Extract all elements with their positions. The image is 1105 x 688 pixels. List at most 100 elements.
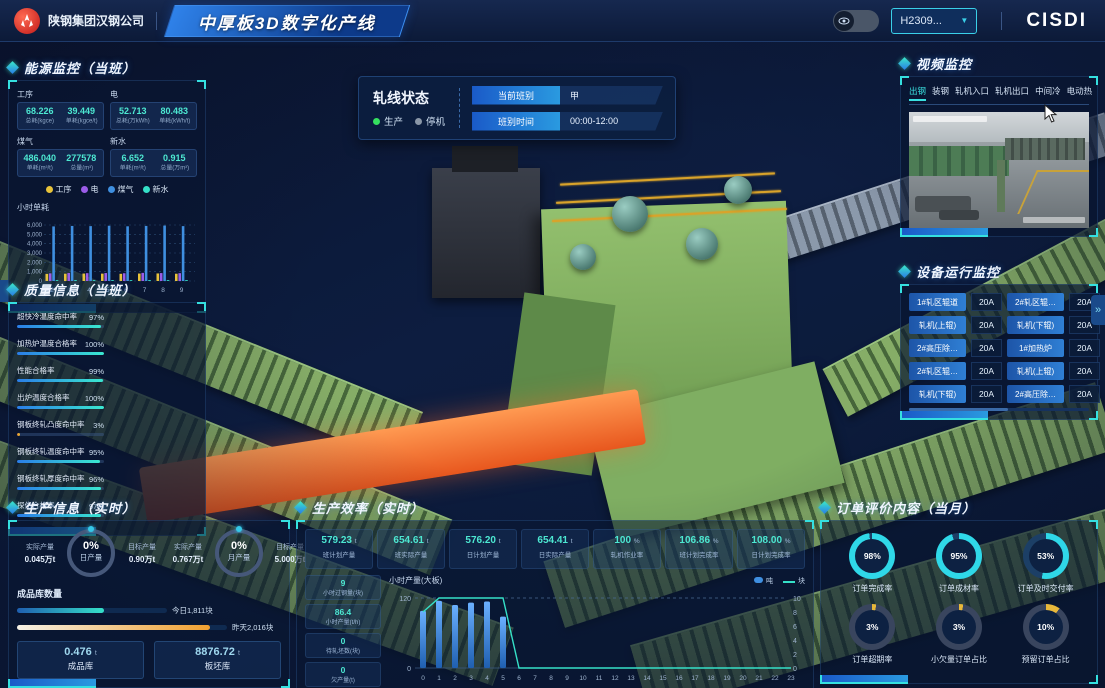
- video-tab-0[interactable]: 出钢: [909, 85, 926, 100]
- svg-text:5: 5: [501, 675, 505, 682]
- hourly-output-chart: 1200108642001234567891011121314151617181…: [389, 586, 805, 688]
- inventory-label: 成品库数量: [17, 587, 281, 600]
- panel-collapse-button[interactable]: »: [1091, 295, 1105, 325]
- line-status-panel: 轧线状态 生产 停机 当前班别 甲 班别时间 00:00-12:00: [358, 76, 676, 140]
- equipment-label[interactable]: 轧机(下辊): [909, 385, 966, 403]
- legend-item[interactable]: 电: [81, 184, 99, 195]
- legend-item[interactable]: 工序: [46, 184, 72, 195]
- efficiency-stat: 654.61 t班实际产量: [377, 529, 445, 569]
- video-tab-4[interactable]: 中间冷: [1035, 85, 1061, 100]
- quality-grid: 超快冷温度命中率97% 加热炉温度合格率100% 性能合格率99% 出炉温度合格…: [17, 311, 197, 527]
- legend-item[interactable]: 煤气: [108, 184, 134, 195]
- panel-diamond-icon: [818, 501, 831, 514]
- shift-badge: 当前班别 甲: [472, 86, 663, 105]
- video-panel: 视频监控 出钢装钢轧机入口轧机出口中间冷电动热: [900, 54, 1098, 237]
- quality-item: 性能合格率99%: [17, 365, 104, 382]
- video-tab-3[interactable]: 轧机出口: [995, 85, 1029, 100]
- inventory-bar-today: 今日1,811块: [17, 605, 281, 616]
- company-logo-icon: [14, 8, 40, 34]
- svg-text:16: 16: [675, 675, 683, 682]
- video-feed[interactable]: [909, 112, 1089, 228]
- production-title: 生产信息（实时）: [24, 498, 136, 517]
- dashboard: 陕钢集团汉钢公司 中厚板3D数字化产线 H2309... ▼ CISDI 轧线状…: [0, 0, 1105, 688]
- svg-text:14: 14: [643, 675, 651, 682]
- legend-stopped: 停机: [415, 114, 445, 128]
- visibility-toggle[interactable]: [833, 10, 879, 32]
- svg-text:21: 21: [755, 675, 763, 682]
- panel-diamond-icon: [6, 61, 19, 74]
- order-gauge: 98% 订单完成率: [829, 533, 916, 594]
- svg-text:6: 6: [517, 675, 521, 682]
- legend-item[interactable]: 吨: [754, 576, 773, 586]
- svg-text:0: 0: [421, 675, 425, 682]
- panel-diamond-icon: [6, 283, 19, 296]
- equipment-rows: 1#轧区辊道 20A2#轧区辊… 20A轧机(上辊) 20A轧机(下辊) 20A…: [909, 293, 1089, 403]
- equipment-value: 20A: [1069, 339, 1100, 357]
- legend-item[interactable]: 块: [783, 576, 805, 586]
- page-title: 中厚板3D数字化产线: [198, 8, 376, 33]
- svg-text:11: 11: [596, 675, 603, 682]
- equipment-row: 轧机(上辊) 20A轧机(下辊) 20A: [909, 316, 1089, 334]
- equipment-label[interactable]: 轧机(下辊): [1007, 316, 1064, 334]
- svg-text:20: 20: [739, 675, 747, 682]
- quality-item: 钢板终轧凸度命中率3%: [17, 419, 104, 436]
- svg-text:19: 19: [723, 675, 731, 682]
- efficiency-stat: 654.41 t日实际产量: [521, 529, 589, 569]
- efficiency-stat: 106.86 %班计划完成率: [665, 529, 733, 569]
- energy-quadrants: 工序 68.226总耗(kgce)39.449单耗(kgce/t) 电 52.7…: [17, 89, 197, 177]
- device-select[interactable]: H2309... ▼: [891, 8, 977, 34]
- production-panel: 生产信息（实时） 实际产量0.045万t 0%日产量 目标产量0.90万t 实际…: [8, 498, 290, 688]
- svg-text:2,000: 2,000: [27, 260, 43, 266]
- divider: [1001, 12, 1002, 30]
- inventory-bar-yesterday: 昨天2,016块: [17, 622, 281, 633]
- equipment-label[interactable]: 轧机(上辊): [909, 316, 966, 334]
- video-title: 视频监控: [916, 54, 972, 73]
- svg-text:18: 18: [707, 675, 715, 682]
- header: 陕钢集团汉钢公司 中厚板3D数字化产线 H2309... ▼ CISDI: [0, 0, 1105, 42]
- equipment-label[interactable]: 2#轧区辊…: [909, 362, 966, 380]
- video-tab-5[interactable]: 电动热: [1067, 85, 1093, 100]
- equipment-label[interactable]: 1#加热炉: [1007, 339, 1064, 357]
- equipment-label[interactable]: 2#高压除…: [1007, 385, 1064, 403]
- video-tab-1[interactable]: 装钢: [932, 85, 949, 100]
- efficiency-stat: 579.23 t班计划产量: [305, 529, 373, 569]
- page-title-banner: 中厚板3D数字化产线: [164, 5, 410, 37]
- energy-quadrant-gas: 煤气 486.040单耗(m³/t)277578总量(m³): [17, 136, 104, 177]
- equipment-value: 20A: [971, 316, 1002, 334]
- equipment-label[interactable]: 1#轧区辊道: [909, 293, 966, 311]
- equipment-label[interactable]: 轧机(上辊): [1007, 362, 1064, 380]
- divider: [156, 12, 157, 30]
- svg-text:1,000: 1,000: [27, 270, 43, 276]
- efficiency-stat: 108.00 %日计划完成率: [737, 529, 805, 569]
- slab-stock-card: 8876.72 t 板坯库: [154, 641, 281, 679]
- company-name: 陕钢集团汉钢公司: [48, 12, 144, 29]
- efficiency-stat: 100 %轧机作业率: [593, 529, 661, 569]
- quality-item: 钢板终轧温度命中率95%: [17, 446, 104, 463]
- energy-title: 能源监控（当班）: [24, 58, 136, 77]
- svg-text:4: 4: [793, 638, 797, 645]
- svg-text:0: 0: [407, 666, 411, 673]
- legend-item[interactable]: 新水: [143, 184, 169, 195]
- svg-text:23: 23: [787, 675, 795, 682]
- legend-production: 生产: [373, 114, 403, 128]
- panel-diamond-icon: [898, 57, 911, 70]
- svg-text:3: 3: [469, 675, 473, 682]
- video-watermark: [1023, 217, 1085, 223]
- stopped-dot-icon: [415, 118, 422, 125]
- video-tab-2[interactable]: 轧机入口: [955, 85, 989, 100]
- quality-title: 质量信息（当班）: [24, 280, 136, 299]
- equipment-value: 20A: [971, 293, 1002, 311]
- equipment-label[interactable]: 2#轧区辊…: [1007, 293, 1064, 311]
- cisdi-logo: CISDI: [1026, 10, 1087, 32]
- efficiency-title: 生产效率（实时）: [312, 498, 424, 517]
- efficiency-side-stat: 9小时过钢量(块): [305, 575, 381, 600]
- equipment-label[interactable]: 2#高压除…: [909, 339, 966, 357]
- svg-text:2: 2: [793, 652, 797, 659]
- svg-text:4,000: 4,000: [27, 242, 43, 248]
- efficiency-side-stat: 0欠产量(t): [305, 662, 381, 687]
- monthly-output-group: 实际产量0.767万t 0%月产量 目标产量5.000万t: [165, 529, 313, 577]
- video-tabs: 出钢装钢轧机入口轧机出口中间冷电动热: [909, 85, 1089, 105]
- svg-text:17: 17: [691, 675, 699, 682]
- equipment-title: 设备运行监控: [916, 262, 1000, 281]
- efficiency-side-stats: 9小时过钢量(块) 86.4小时产量(t/h) 0待轧坯数(块) 0欠产量(t): [305, 575, 381, 688]
